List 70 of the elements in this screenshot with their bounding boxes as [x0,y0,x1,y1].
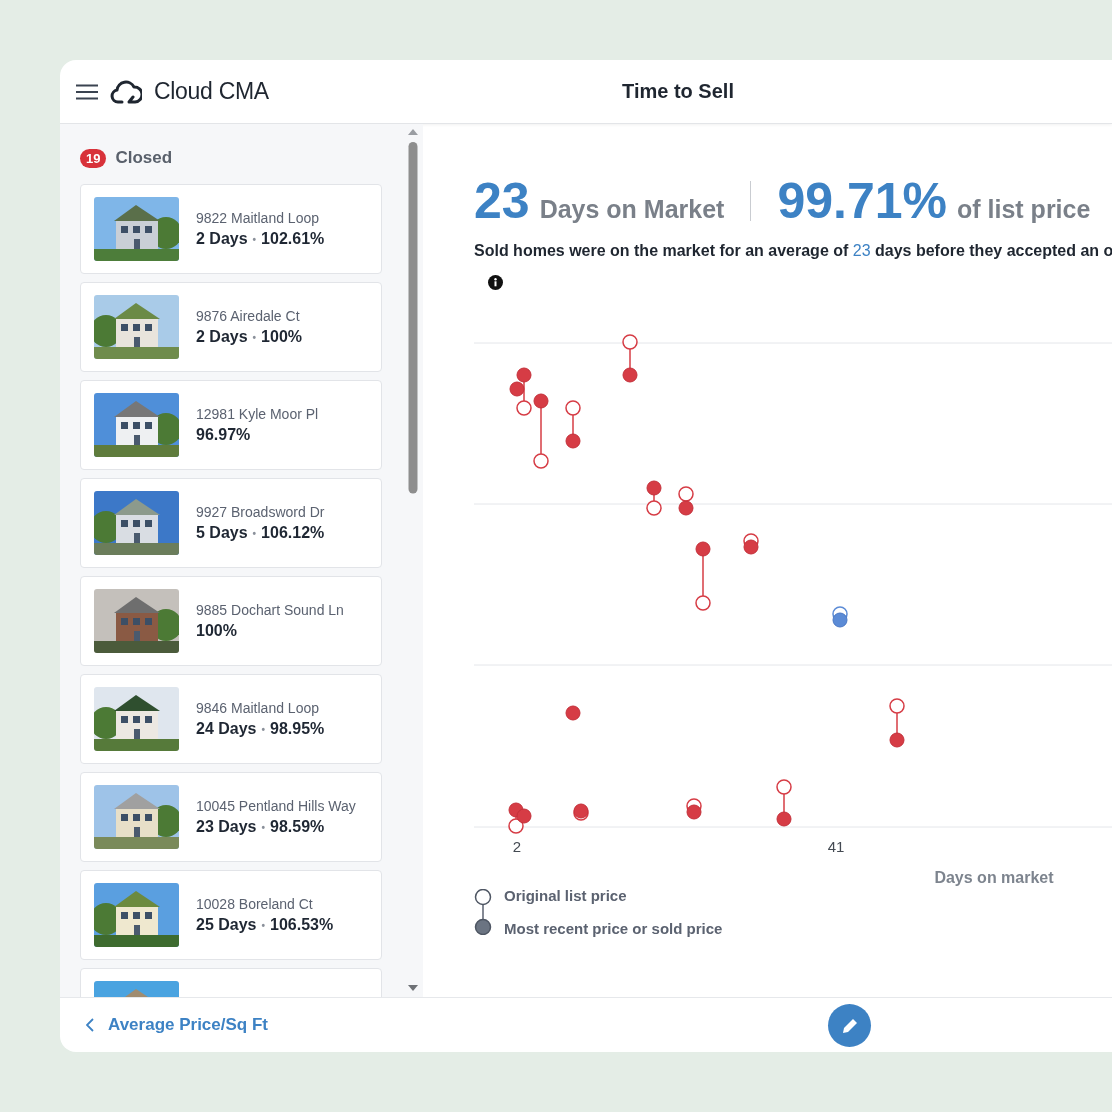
price-change-marker [776,779,792,827]
days-on-market: 24 Days [196,720,257,738]
price-change-marker [678,486,694,516]
app-name: Cloud CMA [154,78,269,105]
listing-card[interactable]: 9927 Broadsword Dr 5 Days • 106.12% [80,478,382,568]
list-price-percent: 100% [196,622,237,640]
price-change-marker [622,334,638,383]
separator-dot: • [261,723,265,735]
listing-card[interactable]: 10028 Boreland Ct 25 Days • 106.53% [80,870,382,960]
axis-title: Days on market [934,869,1054,886]
list-price-percent: 106.53% [270,916,334,934]
info-icon[interactable] [488,275,503,290]
price-change-marker [573,803,589,821]
edit-button[interactable] [828,1004,871,1047]
separator-dot: • [252,331,257,343]
list-price-percent: 102.61% [261,230,325,248]
price-change-marker [646,480,662,516]
price-change-marker [889,698,905,748]
list-price-percent: 98.59% [270,818,325,836]
listing-address: 9846 Maitland Loop [196,700,320,716]
list-price-percent: 106.12% [261,524,325,542]
price-change-marker [832,606,848,628]
days-on-market: 25 Days [196,916,257,934]
days-label: Days on Market [539,195,725,224]
listing-card[interactable]: 12981 Kyle Moor Pl 96.97% [80,380,382,470]
listing-address: 10028 Boreland Ct [196,896,314,912]
separator-dot: • [261,919,265,931]
listing-card[interactable]: 10045 Pentland Hills Way 23 Days • 98.59% [80,772,382,862]
listing-address: 9885 Dochart Sound Ln [196,602,344,618]
listing-address: 9822 Maitland Loop [196,210,320,226]
chevron-left-icon [86,1018,94,1032]
count-badge: 19 [80,148,107,168]
percent-label: of list price [957,195,1091,224]
percent-value: 99.71% [777,172,947,230]
legend-label: Most recent price or sold price [504,920,723,937]
listing-address: 12981 Kyle Moor Pl [196,406,319,422]
previous-page-link[interactable]: Average Price/Sq Ft [60,1015,268,1035]
pencil-icon [840,1016,859,1035]
menu-icon[interactable] [76,83,98,100]
legend-label: Original list price [504,887,627,904]
days-on-market: 5 Days [196,524,248,542]
axis-tick-label: 2 [512,838,522,855]
price-change-marker [695,541,711,611]
days-on-market: 23 Days [196,818,257,836]
listing-address: 9876 Airedale Ct [196,308,301,324]
summary-sentence: Sold homes were on the market for an average of 23 days before they accepted an o [474,242,1112,260]
price-change-marker [565,400,581,449]
listing-card[interactable]: 9876 Airedale Ct 2 Days • 100% [80,282,382,372]
listing-card[interactable]: 9822 Maitland Loop 2 Days • 102.61% [80,184,382,274]
days-value: 23 [474,172,530,230]
listing-address: 9927 Broadsword Dr [196,504,325,520]
listing-card[interactable]: 9885 Dochart Sound Ln 100% [80,576,382,666]
list-price-percent: 96.97% [196,426,251,444]
legend-marker-drawing [474,889,492,935]
listing-card[interactable]: 9846 Maitland Loop 24 Days • 98.95% [80,674,382,764]
axis-tick-label: 41 [827,838,845,855]
group-label: Closed [115,148,173,168]
cloud-logo-icon [110,78,142,105]
price-change-marker [686,798,702,820]
price-change-marker [743,533,759,555]
days-on-market: 2 Days [196,230,248,248]
separator-dot: • [252,527,257,539]
listing-address: 10045 Pentland Hills Way [196,798,356,814]
separator-dot: • [261,821,265,833]
page-title: Time to Sell [621,80,735,103]
price-change-marker [565,705,581,721]
separator-dot: • [252,233,257,245]
days-on-market: 2 Days [196,328,248,346]
list-price-percent: 100% [261,328,303,346]
list-price-percent: 98.95% [270,720,325,738]
